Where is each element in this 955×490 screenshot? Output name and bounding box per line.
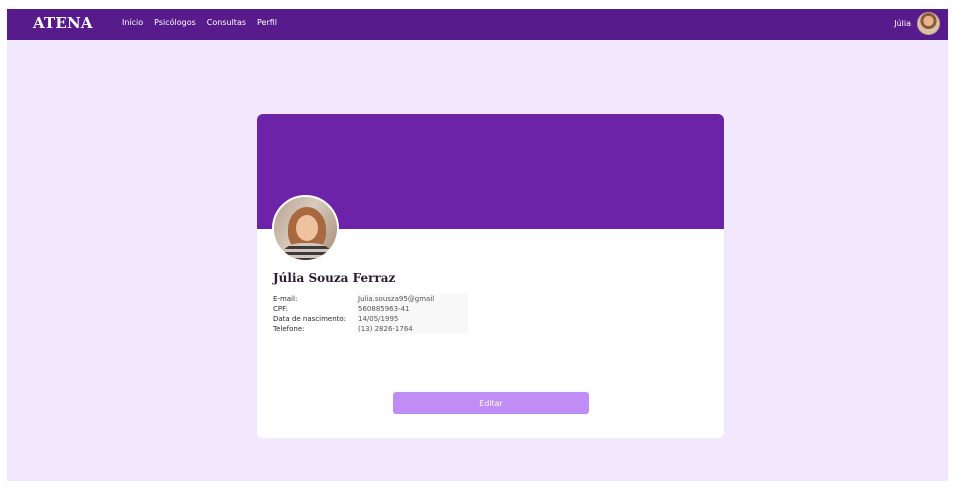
nav-link-psicologos[interactable]: Psicólogos: [154, 18, 196, 27]
edit-button[interactable]: Editar: [393, 392, 589, 414]
phone-label: Telefone:: [273, 325, 305, 333]
user-menu[interactable]: Júlia: [894, 12, 940, 35]
nav-link-consultas[interactable]: Consultas: [207, 18, 246, 27]
info-row-email: E-mail: Julia.sousza95@gmail: [273, 294, 468, 304]
info-row-birthdate: Data de nascimento: 14/05/1995: [273, 314, 468, 324]
birthdate-label: Data de nascimento:: [273, 315, 347, 323]
app-container: ATENA Início Psicólogos Consultas Perfil…: [7, 9, 948, 481]
nav-link-perfil[interactable]: Perfil: [257, 18, 277, 27]
info-row-cpf: CPF: 560885963-41: [273, 304, 468, 314]
email-value: Julia.sousza95@gmail: [357, 294, 468, 304]
cpf-value: 560885963-41: [357, 304, 468, 314]
birthdate-value: 14/05/1995: [357, 314, 468, 324]
nav-links: Início Psicólogos Consultas Perfil: [122, 18, 277, 27]
cpf-label: CPF:: [273, 305, 288, 313]
profile-info-table: E-mail: Julia.sousza95@gmail CPF: 560885…: [273, 294, 468, 334]
user-name: Júlia: [894, 19, 911, 28]
email-label: E-mail:: [273, 295, 298, 303]
brand-logo[interactable]: ATENA: [33, 14, 93, 32]
nav-link-inicio[interactable]: Início: [122, 18, 143, 27]
phone-value: (13) 2826-1764: [357, 324, 468, 334]
profile-name: Júlia Souza Ferraz: [273, 271, 396, 285]
avatar[interactable]: [917, 12, 940, 35]
profile-photo: [272, 195, 339, 262]
info-row-phone: Telefone: (13) 2826-1764: [273, 324, 468, 334]
profile-card: Júlia Souza Ferraz E-mail: Julia.sousza9…: [257, 114, 724, 438]
top-navbar: ATENA Início Psicólogos Consultas Perfil…: [7, 9, 948, 40]
